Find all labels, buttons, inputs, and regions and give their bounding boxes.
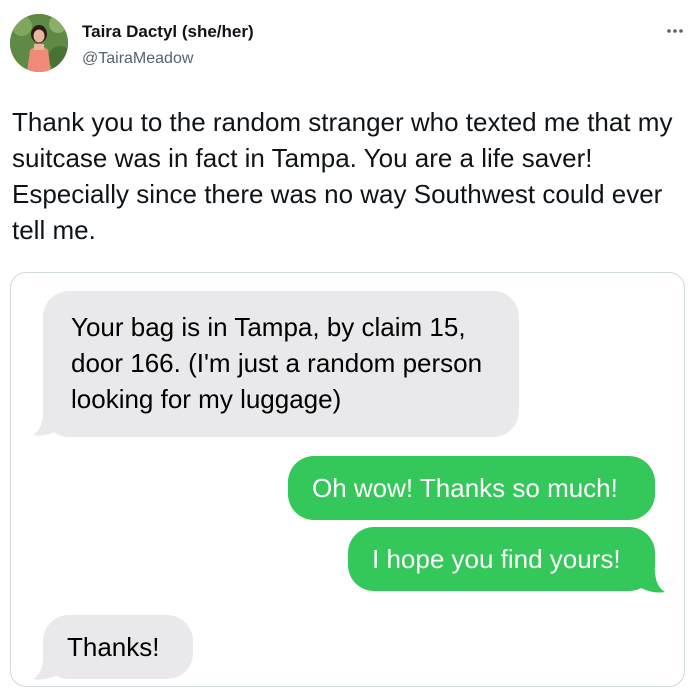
avatar[interactable] xyxy=(10,14,68,72)
tweet-media-screenshot[interactable]: Your bag is in Tampa, by claim 15, door … xyxy=(10,272,685,687)
sent-message: I hope you find yours! xyxy=(348,527,655,591)
sent-message: Oh wow! Thanks so much! xyxy=(288,456,655,520)
author-name[interactable]: Taira Dactyl (she/her) xyxy=(82,22,254,42)
tweet: Taira Dactyl (she/her) @TairaMeadow Than… xyxy=(0,0,700,699)
received-message: Your bag is in Tampa, by claim 15, door … xyxy=(43,291,519,437)
tweet-text: Thank you to the random stranger who tex… xyxy=(12,107,673,245)
author-handle[interactable]: @TairaMeadow xyxy=(82,50,193,68)
more-horizontal-icon xyxy=(667,29,683,33)
more-button[interactable] xyxy=(662,18,688,44)
profile-photo-icon xyxy=(10,14,68,72)
received-message: Thanks! xyxy=(43,615,193,679)
